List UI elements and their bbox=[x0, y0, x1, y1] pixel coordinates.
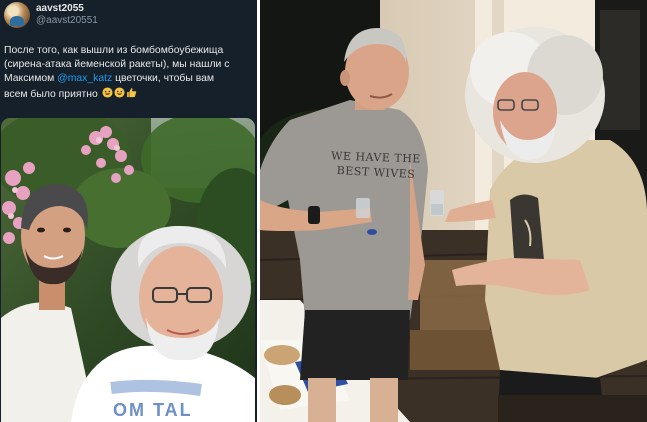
dinner-scene bbox=[260, 0, 647, 422]
tweet-text-line-2: (сирена-атака йеменской ракеты), мы нашл… bbox=[4, 59, 230, 71]
grinning-sweat-emoji-icon bbox=[102, 87, 113, 98]
tweet-text-line-1: После того, как вышли из бомбомбоубежища bbox=[4, 45, 224, 56]
tweet-text-line-3: Максимом @max_katz цветочки, чтобы вам bbox=[4, 72, 254, 86]
tweet-text-segment: цветочки, чтобы вам bbox=[112, 73, 215, 85]
selfie-photo: OM TAL bbox=[1, 118, 255, 422]
tweet-text-segment: всем было приятно bbox=[4, 88, 98, 100]
tweet-text: После того, как вышли из бомбомбоубежища… bbox=[4, 44, 254, 102]
tweet-text-segment: Максимом bbox=[4, 73, 58, 85]
user-handle[interactable]: @aavst20551 bbox=[36, 15, 98, 26]
thumbs-up-emoji-icon bbox=[126, 87, 137, 98]
display-name[interactable]: aavst2055 bbox=[36, 3, 84, 14]
svg-text:OM TAL: OM TAL bbox=[113, 400, 193, 420]
tweet-photo[interactable]: OM TAL bbox=[1, 118, 255, 422]
dinner-photo[interactable]: WE HAVE THE BEST WIVES bbox=[260, 0, 647, 422]
shirt-print-text: WE HAVE THE BEST WIVES bbox=[326, 149, 426, 181]
tweet-header: aavst2055 @aavst20551 bbox=[4, 2, 254, 28]
tweet-text-line-4: всем было приятно bbox=[4, 87, 254, 102]
tweet-card: aavst2055 @aavst20551 После того, как вы… bbox=[0, 0, 257, 422]
avatar[interactable] bbox=[4, 2, 30, 28]
mention-link[interactable]: @max_katz bbox=[57, 73, 112, 84]
grinning-sweat-emoji-icon bbox=[114, 87, 125, 98]
